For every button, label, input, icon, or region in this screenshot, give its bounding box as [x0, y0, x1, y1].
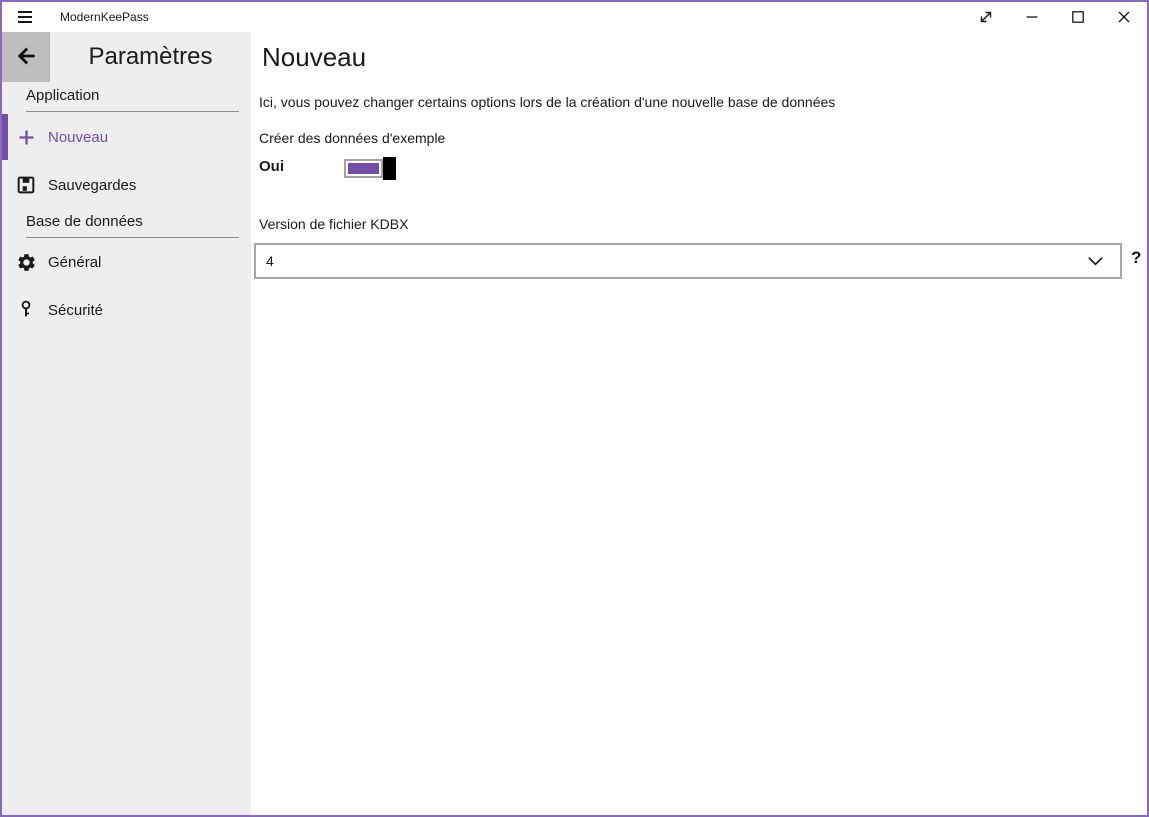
- key-icon: [15, 299, 37, 321]
- kdbx-version-label: Version de fichier KDBX: [259, 216, 408, 232]
- content-description: Ici, vous pouvez changer certains option…: [259, 94, 835, 110]
- back-button[interactable]: [2, 32, 50, 82]
- maximize-icon: [1070, 9, 1086, 25]
- hamburger-menu-icon: [18, 11, 32, 13]
- page-title: Paramètres: [50, 32, 251, 82]
- sidebar-item-label: Nouveau: [48, 129, 108, 146]
- maximize-button[interactable]: [1055, 2, 1101, 32]
- back-arrow-icon: [13, 43, 39, 72]
- close-button[interactable]: [1101, 2, 1147, 32]
- minimize-icon: [1024, 9, 1040, 25]
- sidebar-item-sauvegardes[interactable]: Sauvegardes: [2, 161, 251, 209]
- sidebar-item-general[interactable]: Général: [2, 238, 251, 286]
- kdbx-help-button[interactable]: ?: [1131, 248, 1141, 268]
- sidebar-item-label: Général: [48, 254, 101, 271]
- sidebar-item-nouveau[interactable]: Nouveau: [2, 113, 251, 161]
- toggle-state-label: Oui: [259, 158, 284, 175]
- sidebar-item-securite[interactable]: Sécurité: [2, 286, 251, 334]
- hamburger-menu-button[interactable]: [10, 2, 40, 32]
- toggle-thumb[interactable]: [383, 157, 396, 180]
- titlebar: ModernKeePass: [2, 2, 1147, 32]
- fullscreen-icon: [978, 9, 994, 25]
- app-title: ModernKeePass: [60, 10, 149, 24]
- window-controls: [963, 2, 1147, 32]
- settings-sidebar: Paramètres Application Nouveau: [2, 32, 251, 815]
- gear-icon: [15, 251, 37, 273]
- app-window: ModernKeePass: [0, 0, 1149, 817]
- content-title: Nouveau: [262, 42, 366, 73]
- minimize-button[interactable]: [1009, 2, 1055, 32]
- plus-icon: [15, 126, 37, 148]
- settings-content: Nouveau Ici, vous pouvez changer certain…: [253, 32, 1147, 815]
- sample-data-label: Créer des données d'exemple: [259, 130, 445, 146]
- section-label-base-de-donnees: Base de données: [26, 213, 239, 238]
- window-body: Paramètres Application Nouveau: [2, 32, 1147, 815]
- kdbx-version-combobox[interactable]: 4: [254, 243, 1122, 279]
- combobox-value: 4: [266, 253, 274, 269]
- sidebar-item-label: Sauvegardes: [48, 177, 136, 194]
- chevron-down-icon: [1087, 254, 1104, 268]
- toggle-track: [344, 159, 383, 178]
- save-icon: [15, 174, 37, 196]
- toggle-fill: [348, 163, 379, 174]
- sidebar-item-label: Sécurité: [48, 302, 103, 319]
- sample-data-toggle[interactable]: [344, 157, 396, 180]
- fullscreen-button[interactable]: [963, 2, 1009, 32]
- close-icon: [1116, 9, 1132, 25]
- section-label-application: Application: [26, 87, 239, 112]
